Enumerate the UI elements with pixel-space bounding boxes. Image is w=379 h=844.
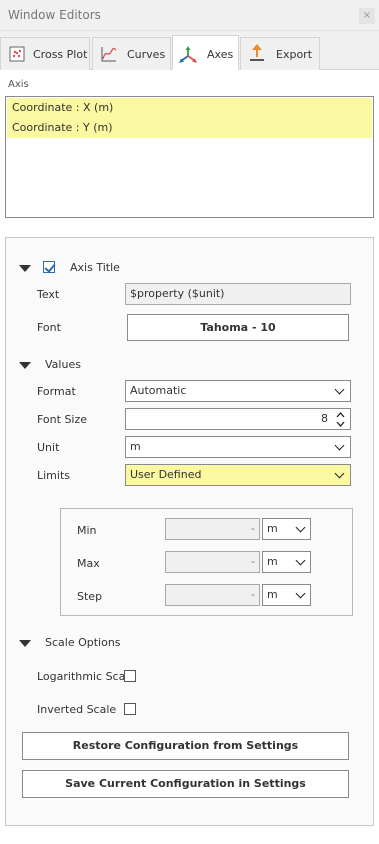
step-field[interactable]: - (165, 584, 260, 606)
chevron-down-icon (334, 384, 345, 395)
chevron-down-icon (334, 440, 345, 451)
limits-select[interactable]: User Defined (125, 464, 351, 486)
max-unit-select[interactable]: m (262, 551, 311, 573)
inverted-scale-label: Inverted Scale (37, 703, 117, 716)
axis-title-header: Axis Title (70, 261, 120, 274)
axis-list[interactable]: Coordinate : X (m) Coordinate : Y (m) (5, 96, 374, 218)
min-unit-value: m (267, 522, 278, 535)
logarithmic-scale-checkbox[interactable] (124, 670, 136, 682)
min-unit-select[interactable]: m (262, 518, 311, 540)
font-picker-button[interactable]: Tahoma - 10 (127, 314, 349, 341)
chevron-down-icon (334, 468, 345, 479)
limits-label: Limits (37, 469, 70, 482)
max-field[interactable]: - (165, 551, 260, 573)
max-label: Max (77, 557, 100, 570)
tab-curves-label: Curves (127, 48, 166, 61)
inverted-scale-checkbox[interactable] (124, 703, 136, 715)
tab-axes-label: Axes (207, 48, 234, 61)
chevron-down-icon (295, 588, 306, 599)
format-label: Format (37, 385, 76, 398)
tab-axes[interactable]: Axes (172, 35, 239, 70)
collapse-scale-options-icon[interactable] (19, 640, 31, 647)
tab-export[interactable]: Export (240, 37, 320, 70)
axis-title-checkbox[interactable] (43, 261, 55, 273)
text-label: Text (37, 288, 60, 301)
format-select-value: Automatic (130, 384, 187, 397)
axis-title-text-field[interactable]: $property ($unit) (125, 283, 351, 305)
curves-icon (101, 47, 117, 62)
chevron-down-icon (295, 522, 306, 533)
restore-configuration-button[interactable]: Restore Configuration from Settings (22, 732, 349, 760)
step-label: Step (77, 590, 103, 603)
values-header: Values (45, 358, 81, 371)
tab-export-label: Export (276, 48, 313, 61)
tab-cross-plot[interactable]: Cross Plot (0, 37, 90, 70)
step-unit-select[interactable]: m (262, 584, 311, 606)
unit-label: Unit (37, 441, 60, 454)
max-unit-value: m (267, 555, 278, 568)
font-label: Font (37, 321, 61, 334)
collapse-axis-title-icon[interactable] (19, 265, 31, 272)
chevron-down-icon (295, 555, 306, 566)
min-label: Min (77, 524, 97, 537)
tab-curves[interactable]: Curves (92, 37, 171, 70)
window-titlebar: Window Editors × (0, 0, 379, 31)
font-size-label: Font Size (37, 413, 88, 426)
step-unit-value: m (267, 588, 278, 601)
logarithmic-scale-label: Logarithmic Scale (37, 670, 136, 683)
font-size-stepper[interactable]: 8 (125, 408, 351, 430)
unit-select[interactable]: m (125, 436, 351, 458)
collapse-values-icon[interactable] (19, 362, 31, 369)
tab-cross-plot-label: Cross Plot (33, 48, 88, 61)
font-size-value: 8 (321, 412, 328, 425)
min-field[interactable]: - (165, 518, 260, 540)
unit-select-value: m (130, 440, 141, 453)
limits-select-value: User Defined (130, 468, 202, 481)
scale-options-header: Scale Options (45, 636, 121, 649)
axis-list-item[interactable]: Coordinate : Y (m) (7, 118, 372, 138)
scatter-plot-icon (9, 46, 25, 62)
save-configuration-button[interactable]: Save Current Configuration in Settings (22, 770, 349, 798)
format-select[interactable]: Automatic (125, 380, 351, 402)
export-icon (250, 44, 264, 61)
axis-list-item[interactable]: Coordinate : X (m) (7, 98, 372, 118)
close-icon[interactable]: × (359, 8, 375, 24)
axis-section-label: Axis (8, 79, 29, 90)
axes-icon (179, 46, 197, 63)
stepper-arrows-icon[interactable] (336, 411, 345, 428)
window-title: Window Editors (8, 8, 101, 22)
